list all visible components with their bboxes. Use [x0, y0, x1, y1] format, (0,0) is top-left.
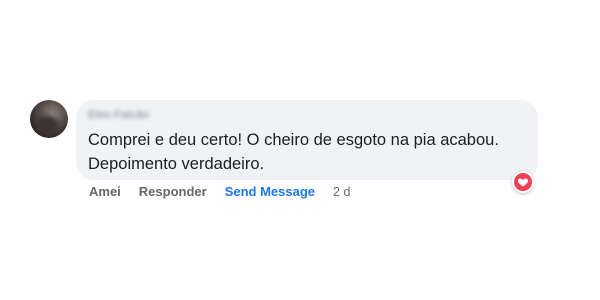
comment-bubble: Elen Falcão Comprei e deu certo! O cheir… — [76, 100, 538, 180]
reaction-badge[interactable] — [512, 171, 534, 193]
comment-timestamp[interactable]: 2 d — [333, 184, 350, 200]
send-message-button[interactable]: Send Message — [225, 184, 315, 200]
comment-screen: Elen Falcão Comprei e deu certo! O cheir… — [0, 0, 600, 300]
comment-actions: Amei Responder Send Message 2 d — [89, 184, 350, 200]
love-reaction-button[interactable]: Amei — [89, 184, 121, 200]
reply-button[interactable]: Responder — [139, 184, 207, 200]
avatar[interactable] — [30, 100, 68, 138]
heart-icon — [514, 173, 532, 191]
comment-text: Comprei e deu certo! O cheiro de esgoto … — [88, 131, 499, 173]
heart-glyph — [517, 178, 529, 187]
avatar-image — [36, 116, 58, 136]
comment-author-name[interactable]: Elen Falcão — [88, 108, 526, 122]
